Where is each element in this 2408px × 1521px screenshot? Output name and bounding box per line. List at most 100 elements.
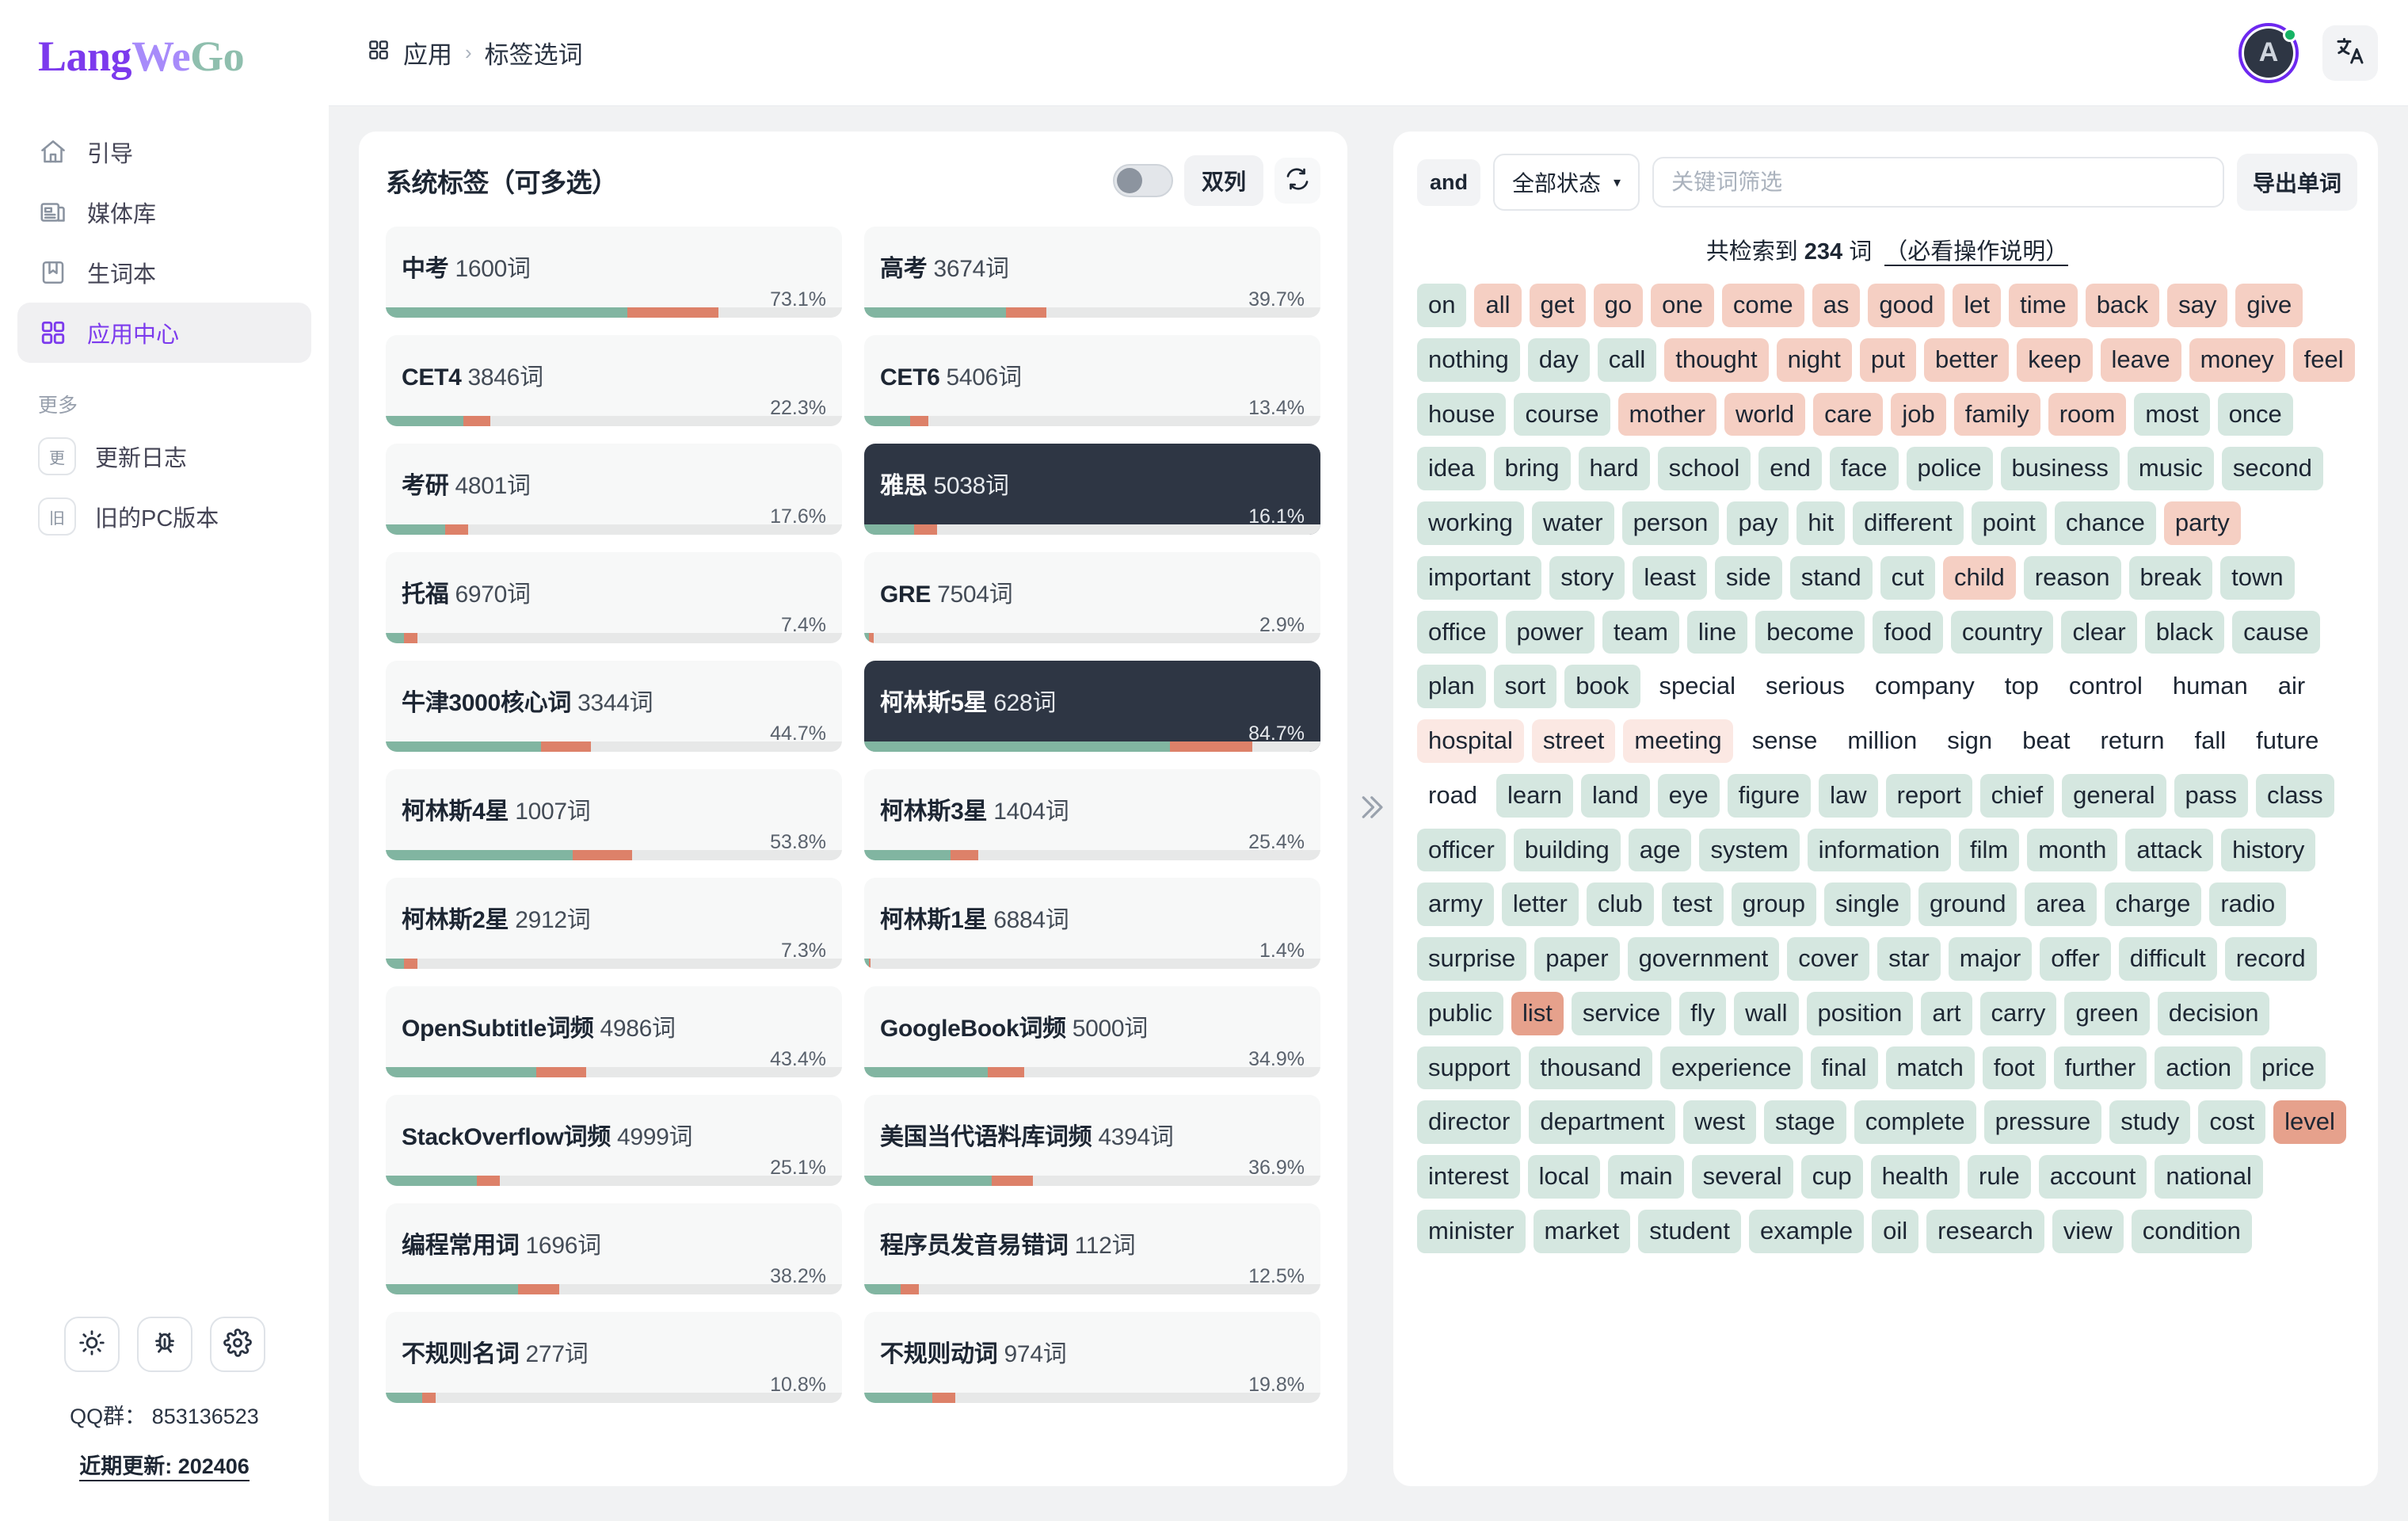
word-chip[interactable]: group <box>1731 882 1816 926</box>
operation-guide-link[interactable]: （必看操作说明） <box>1884 239 2069 266</box>
word-chip[interactable]: cut <box>1880 555 1935 600</box>
word-chip[interactable]: bring <box>1493 447 1571 490</box>
word-chip[interactable]: care <box>1813 392 1884 436</box>
word-chip[interactable]: team <box>1602 610 1679 654</box>
word-chip[interactable]: important <box>1417 555 1542 600</box>
word-chip[interactable]: difficult <box>2118 937 2217 981</box>
word-chip[interactable]: several <box>1691 1155 1793 1199</box>
word-chip[interactable]: price <box>2250 1046 2326 1090</box>
breadcrumb-root[interactable]: 应用 <box>403 35 452 71</box>
tag-card[interactable]: 雅思 5038词 16.1% <box>864 444 1320 535</box>
word-chip[interactable]: pay <box>1727 501 1789 545</box>
word-chip[interactable]: street <box>1531 719 1616 763</box>
word-chip[interactable]: mother <box>1617 392 1716 436</box>
tag-card[interactable]: 柯林斯3星 1404词 25.4% <box>864 769 1320 860</box>
two-column-button[interactable]: 双列 <box>1183 155 1263 206</box>
report-bug-button[interactable] <box>136 1317 192 1372</box>
word-chip[interactable]: support <box>1417 1046 1522 1090</box>
word-chip[interactable]: film <box>1959 828 2020 872</box>
word-chip[interactable]: fall <box>2183 719 2237 763</box>
word-chip[interactable]: system <box>1699 828 1800 872</box>
word-chip[interactable]: main <box>1608 1155 1684 1199</box>
word-chip[interactable]: job <box>1891 392 1946 436</box>
word-chip[interactable]: class <box>2256 773 2334 818</box>
word-chip[interactable]: serious <box>1755 665 1856 708</box>
word-chip[interactable]: one <box>1651 284 1714 327</box>
word-chip[interactable]: minister <box>1417 1209 1526 1253</box>
word-chip[interactable]: thousand <box>1529 1046 1652 1090</box>
word-chip[interactable]: club <box>1586 882 1654 926</box>
word-chip[interactable]: chief <box>1979 773 2055 818</box>
word-chip[interactable]: nothing <box>1417 337 1520 382</box>
word-chip[interactable]: world <box>1724 392 1806 436</box>
word-chip[interactable]: area <box>2025 882 2097 926</box>
word-chip[interactable]: pass <box>2174 773 2249 818</box>
word-chip[interactable]: say <box>2167 284 2228 327</box>
tag-card[interactable]: 程序员发音易错词 112词 12.5% <box>864 1203 1320 1294</box>
word-chip[interactable]: call <box>1597 337 1657 382</box>
word-chip[interactable]: department <box>1529 1100 1676 1144</box>
word-chip[interactable]: position <box>1806 991 1914 1035</box>
word-chip[interactable]: paper <box>1534 937 1620 981</box>
word-chip[interactable]: good <box>1868 284 1945 327</box>
word-chip[interactable]: wall <box>1734 991 1799 1035</box>
word-chip[interactable]: business <box>2000 447 2120 490</box>
refresh-button[interactable] <box>1274 158 1320 204</box>
word-chip[interactable]: offer <box>2040 937 2111 981</box>
word-chip[interactable]: oil <box>1872 1209 1919 1253</box>
word-chip[interactable]: least <box>1633 555 1707 600</box>
word-chip[interactable]: go <box>1593 284 1644 327</box>
word-chip[interactable]: house <box>1417 392 1507 436</box>
word-chip[interactable]: human <box>2162 665 2259 708</box>
word-chip[interactable]: course <box>1514 392 1610 436</box>
word-chip[interactable]: director <box>1417 1100 1522 1144</box>
tag-card[interactable]: 中考 1600词 73.1% <box>386 227 842 318</box>
word-chip[interactable]: pressure <box>1983 1100 2102 1144</box>
word-chip[interactable]: black <box>2144 610 2225 654</box>
word-chip[interactable]: most <box>2134 392 2210 436</box>
word-chip[interactable]: feel <box>2292 337 2355 382</box>
word-chip[interactable]: test <box>1661 882 1724 926</box>
tag-card[interactable]: 美国当代语料库词频 4394词 36.9% <box>864 1095 1320 1186</box>
word-chip[interactable]: road <box>1417 774 1488 818</box>
word-chip[interactable]: decision <box>2157 991 2270 1035</box>
tag-card[interactable]: GoogleBook词频 5000词 34.9% <box>864 986 1320 1077</box>
word-chip[interactable]: come <box>1721 284 1804 327</box>
word-chip[interactable]: second <box>2221 447 2323 490</box>
word-chip[interactable]: cost <box>2198 1100 2266 1144</box>
word-chip[interactable]: eye <box>1657 773 1720 818</box>
tag-card[interactable]: GRE 7504词 2.9% <box>864 552 1320 643</box>
word-chip[interactable]: surprise <box>1417 937 1527 981</box>
tag-card[interactable]: 不规则名词 277词 10.8% <box>386 1312 842 1403</box>
word-chip[interactable]: major <box>1948 937 2033 981</box>
word-chip[interactable]: million <box>1836 719 1928 763</box>
tag-card[interactable]: 牛津3000核心词 3344词 44.7% <box>386 661 842 752</box>
word-chip[interactable]: age <box>1628 828 1692 872</box>
word-chip[interactable]: public <box>1417 991 1503 1035</box>
theme-toggle-button[interactable] <box>63 1317 120 1372</box>
word-chip[interactable]: plan <box>1417 665 1486 708</box>
word-chip[interactable]: account <box>2038 1155 2147 1199</box>
word-chip[interactable]: information <box>1807 828 1952 872</box>
word-chip[interactable]: stand <box>1789 555 1873 600</box>
word-chip[interactable]: level <box>2273 1100 2346 1144</box>
word-chip[interactable]: office <box>1417 610 1498 654</box>
word-chip[interactable]: hospital <box>1417 719 1524 763</box>
word-chip[interactable]: student <box>1638 1209 1741 1253</box>
word-chip[interactable]: control <box>2058 665 2154 708</box>
word-chip[interactable]: break <box>2128 555 2213 600</box>
tag-card[interactable]: 编程常用词 1696词 38.2% <box>386 1203 842 1294</box>
word-chip[interactable]: complete <box>1854 1100 1976 1144</box>
word-chip[interactable]: art <box>1921 991 1972 1035</box>
word-chip[interactable]: sign <box>1936 719 2003 763</box>
word-chip[interactable]: give <box>2235 284 2303 327</box>
word-chip[interactable]: report <box>1885 773 1972 818</box>
word-chip[interactable]: town <box>2220 555 2295 600</box>
word-chip[interactable]: idea <box>1417 447 1486 490</box>
word-chip[interactable]: carry <box>1979 991 2057 1035</box>
word-chip[interactable]: country <box>1950 610 2054 654</box>
tag-card[interactable]: 不规则动词 974词 19.8% <box>864 1312 1320 1403</box>
word-chip[interactable]: water <box>1531 501 1614 545</box>
word-chip[interactable]: once <box>2217 392 2293 436</box>
word-chip[interactable]: meeting <box>1623 719 1733 763</box>
